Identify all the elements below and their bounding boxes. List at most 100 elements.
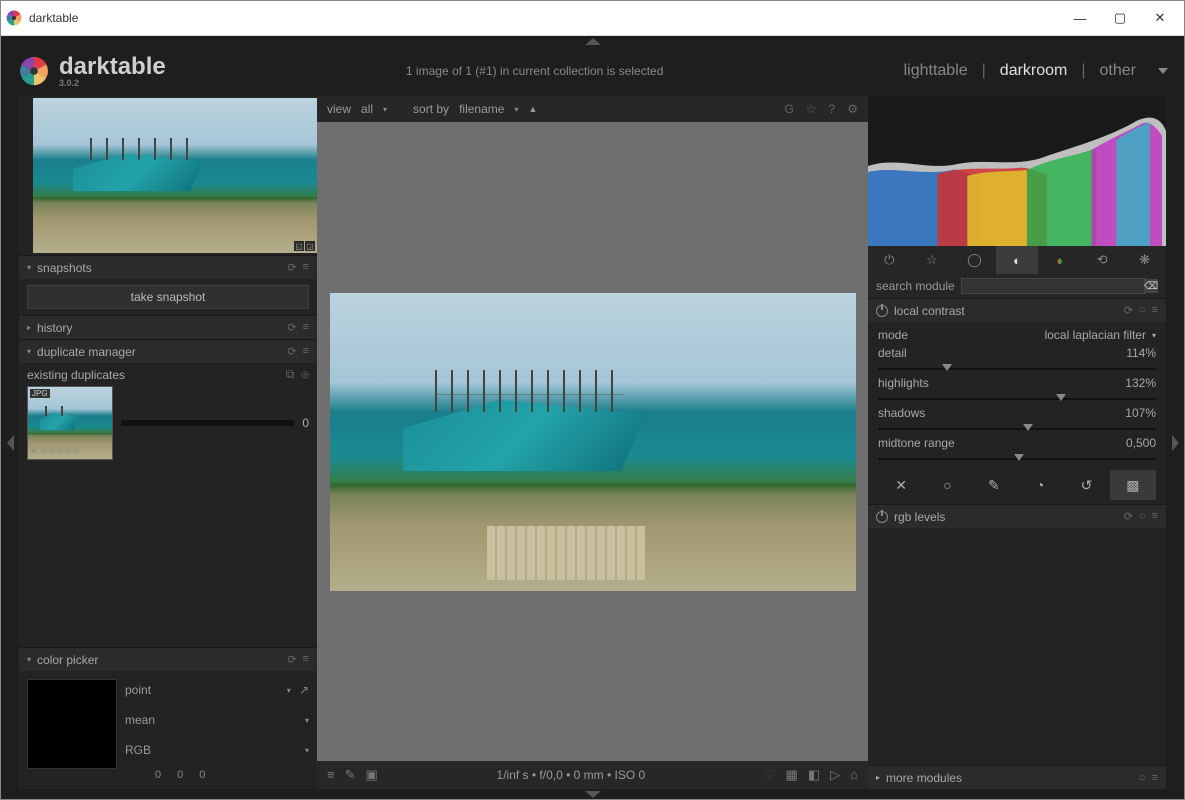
chevron-down-icon: ▾	[514, 105, 518, 114]
app-icon	[5, 9, 23, 27]
rgb-levels-header[interactable]: rgb levels ⟳ ○ ≡	[868, 504, 1166, 528]
lc-highlights-slider[interactable]	[878, 390, 1156, 404]
minimize-button[interactable]: —	[1060, 4, 1100, 32]
menu-icon[interactable]: ≡	[303, 345, 309, 358]
more-modules-header[interactable]: ▸ more modules ○≡	[868, 765, 1166, 789]
view-darkroom[interactable]: darkroom	[1000, 62, 1068, 80]
mask-off-icon[interactable]: ✕	[878, 470, 924, 500]
mask-drawn-icon[interactable]: ✎	[971, 470, 1017, 500]
brand-name: darktable 3.0.2	[59, 55, 166, 88]
eyedropper-icon[interactable]: ↗	[299, 683, 309, 697]
view-lighttable[interactable]: lighttable	[904, 62, 968, 80]
guides-icon[interactable]: ⌂	[850, 767, 858, 783]
gear-icon[interactable]: ⚙	[847, 102, 858, 116]
color-picker-header[interactable]: ▾ color picker ⟳≡	[19, 647, 317, 671]
lc-shadows-slider[interactable]	[878, 420, 1156, 434]
reset-icon[interactable]: ○	[1139, 772, 1146, 784]
power-icon[interactable]	[876, 511, 888, 523]
nav-zoom-in-icon[interactable]: ◲	[305, 241, 315, 251]
duplicate-thumbnail[interactable]: JPG ✕ ☆☆☆☆☆	[27, 386, 113, 460]
chevron-down-icon: ▾	[305, 746, 309, 755]
duplicate-progress	[121, 420, 294, 426]
module-group-color-icon[interactable]: ◖◗	[1038, 246, 1081, 274]
duplicate-manager-header[interactable]: ▾ duplicate manager ⟳≡	[19, 339, 317, 363]
picker-space-select[interactable]: RGB	[125, 743, 305, 757]
reset-icon[interactable]: ⟳	[287, 345, 296, 358]
view-other[interactable]: other	[1100, 62, 1136, 80]
second-window-icon[interactable]: ▣	[366, 767, 378, 783]
expand-bottom-handle[interactable]	[1, 789, 1184, 799]
duplicate-manager-title: duplicate manager	[37, 345, 136, 359]
lc-detail-slider[interactable]	[878, 360, 1156, 374]
module-group-active-icon[interactable]: ⏻	[868, 246, 911, 274]
mask-parametric-icon[interactable]: ◔	[1017, 470, 1063, 500]
sort-value[interactable]: filename	[459, 102, 504, 116]
clear-search-icon[interactable]: ⌫	[1144, 279, 1158, 293]
module-group-effect-icon[interactable]: ❋	[1123, 246, 1166, 274]
chevron-down-icon: ▾	[1152, 331, 1156, 340]
overexposed-icon[interactable]: ▦	[786, 767, 798, 783]
mask-raster-icon[interactable]: ▩	[1110, 470, 1156, 500]
expand-left-handle[interactable]	[1, 96, 19, 789]
reset-icon[interactable]: ○	[1139, 304, 1146, 317]
expand-right-handle[interactable]	[1166, 96, 1184, 789]
presets-icon[interactable]: ≡	[1152, 304, 1158, 317]
bulb-icon[interactable]: ♡	[764, 767, 776, 783]
reset-icon[interactable]: ⟳	[287, 653, 296, 666]
reset-icon[interactable]: ⟳	[287, 261, 296, 274]
module-group-tone-icon[interactable]: ◐	[996, 246, 1039, 274]
local-contrast-header[interactable]: local contrast ⟳ ○ ≡	[868, 298, 1166, 322]
brand-version: 3.0.2	[59, 79, 166, 88]
search-module-input[interactable]	[961, 278, 1146, 294]
reset-icon[interactable]: ⟳	[287, 321, 296, 334]
navigation-preview[interactable]: ◱ ◲	[33, 98, 317, 253]
lc-midtone-slider[interactable]	[878, 450, 1156, 464]
sort-direction-icon[interactable]: ▲	[528, 104, 537, 114]
menu-icon[interactable]: ≡	[303, 261, 309, 274]
nav-zoom-out-icon[interactable]: ◱	[294, 241, 304, 251]
help-icon[interactable]: ?	[829, 102, 836, 116]
quick-access-icon[interactable]: ≡	[327, 767, 335, 783]
copy-icon[interactable]: ⧉	[286, 367, 295, 381]
menu-icon[interactable]: ≡	[303, 653, 309, 666]
expand-top-handle[interactable]	[1, 36, 1184, 46]
snapshots-header[interactable]: ▾ snapshots ⟳≡	[19, 255, 317, 279]
view-filter-value[interactable]: all	[361, 102, 373, 116]
view-menu-icon[interactable]	[1158, 68, 1168, 74]
app-header: darktable 3.0.2 1 image of 1 (#1) in cur…	[1, 46, 1184, 96]
multi-instance-icon[interactable]: ⟳	[1124, 510, 1133, 523]
target-icon[interactable]: ⊕	[301, 367, 309, 381]
rgb-levels-title: rgb levels	[894, 510, 945, 524]
grouping-icon[interactable]: G	[784, 102, 793, 116]
mask-uniform-icon[interactable]: ○	[924, 470, 970, 500]
multi-instance-icon[interactable]: ⟳	[1124, 304, 1133, 317]
close-button[interactable]: ✕	[1140, 4, 1180, 32]
lc-mode-select[interactable]: local laplacian filter	[1045, 328, 1146, 342]
module-group-favorites-icon[interactable]: ☆	[911, 246, 954, 274]
power-icon[interactable]	[876, 305, 888, 317]
reset-icon[interactable]: ○	[1139, 510, 1146, 523]
menu-icon[interactable]: ≡	[303, 321, 309, 334]
presets-icon[interactable]: ≡	[1152, 510, 1158, 523]
view-filter-label: view	[327, 102, 351, 116]
module-group-correct-icon[interactable]: ⟲	[1081, 246, 1124, 274]
styles-icon[interactable]: ✎	[345, 767, 356, 783]
chevron-down-icon: ▾	[27, 263, 31, 272]
picker-mode-select[interactable]: point	[125, 683, 287, 697]
window-title: darktable	[29, 11, 78, 25]
module-group-basic-icon[interactable]: ◯	[953, 246, 996, 274]
mask-drawn-param-icon[interactable]: ↺	[1063, 470, 1109, 500]
picker-stat-select[interactable]: mean	[125, 713, 305, 727]
star-icon[interactable]: ☆	[806, 102, 817, 116]
histogram[interactable]	[868, 96, 1166, 246]
lc-highlights-param: highlights132%	[878, 376, 1156, 404]
rating-stars[interactable]: ✕ ☆☆☆☆☆	[30, 446, 80, 457]
maximize-button[interactable]: ▢	[1100, 4, 1140, 32]
take-snapshot-button[interactable]: take snapshot	[27, 285, 309, 309]
history-header[interactable]: ▸ history ⟳≡	[19, 315, 317, 339]
softproof-icon[interactable]: ◧	[808, 767, 820, 783]
presets-icon[interactable]: ≡	[1152, 772, 1158, 784]
gamut-icon[interactable]: ▷	[830, 767, 840, 783]
module-search-row: search module ⌫	[868, 274, 1166, 298]
image-canvas[interactable]	[317, 122, 868, 761]
